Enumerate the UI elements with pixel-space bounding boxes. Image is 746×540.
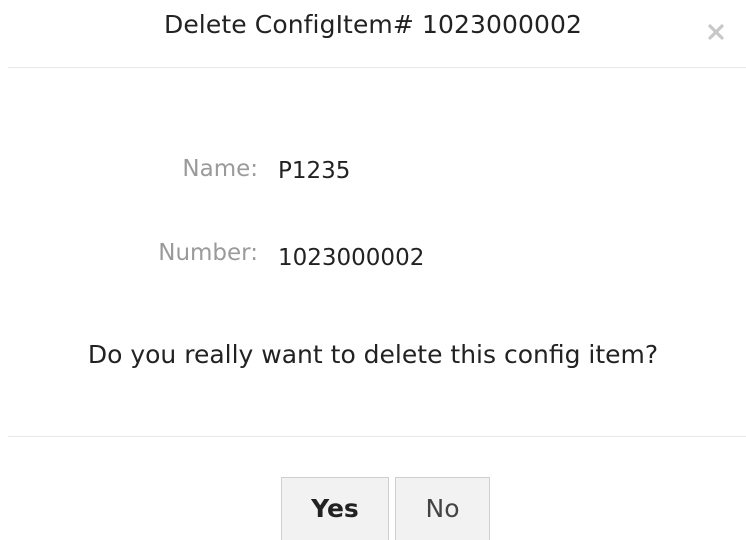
number-label: Number:: [158, 240, 258, 266]
delete-config-item-dialog: Delete ConfigItem# 1023000002 Name: P123…: [0, 0, 746, 540]
dialog-title: Delete ConfigItem# 1023000002: [163, 10, 583, 39]
dialog-header: Delete ConfigItem# 1023000002: [0, 0, 746, 66]
close-icon[interactable]: [704, 20, 728, 44]
header-divider: [8, 67, 746, 68]
number-value: 1023000002: [278, 245, 425, 271]
no-button[interactable]: No: [395, 477, 490, 540]
name-value: P1235: [278, 158, 351, 184]
yes-button[interactable]: Yes: [281, 477, 389, 540]
confirmation-question: Do you really want to delete this config…: [87, 340, 659, 369]
name-label: Name:: [182, 156, 258, 182]
footer-divider: [8, 436, 746, 437]
